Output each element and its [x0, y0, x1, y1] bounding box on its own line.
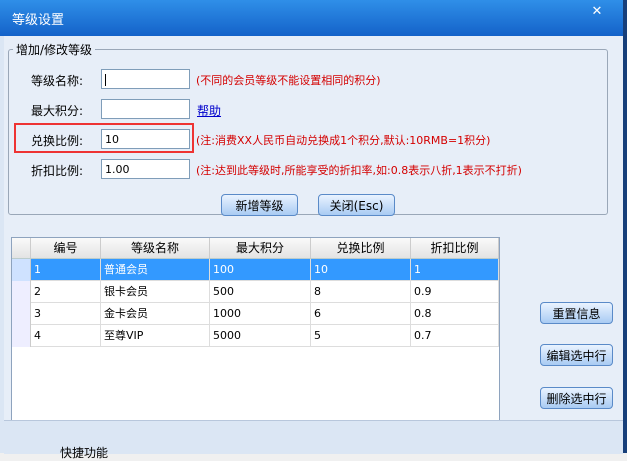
- cell-exchange-ratio: 6: [311, 303, 411, 325]
- cell-max-points: 5000: [210, 325, 311, 347]
- cell-id: 2: [31, 281, 101, 303]
- cell-max-points: 100: [210, 259, 311, 281]
- cell-level-name: 普通会员: [101, 259, 210, 281]
- window-title: 等级设置: [12, 13, 65, 28]
- table-row[interactable]: 1 普通会员 100 10 1: [12, 259, 499, 281]
- table-row[interactable]: 2 银卡会员 500 8 0.9: [12, 281, 499, 303]
- cell-id: 4: [31, 325, 101, 347]
- level-settings-window: 等级设置 ✕ 增加/修改等级 等级名称: (不同的会员等级不能设置相同的积分) …: [0, 0, 627, 460]
- cell-level-name: 金卡会员: [101, 303, 210, 325]
- max-points-label: 最大积分:: [31, 104, 84, 118]
- cell-discount: 1: [411, 259, 499, 281]
- add-level-button[interactable]: 新增等级: [221, 194, 298, 216]
- discount-ratio-label: 折扣比例:: [31, 164, 84, 178]
- row-selector[interactable]: [12, 303, 31, 325]
- column-header[interactable]: 等级名称: [101, 238, 210, 258]
- cell-exchange-ratio: 5: [311, 325, 411, 347]
- level-name-input[interactable]: [101, 69, 190, 89]
- column-header[interactable]: 折扣比例: [411, 238, 499, 258]
- window-edge: [623, 0, 627, 453]
- edit-selected-button[interactable]: 编辑选中行: [540, 344, 613, 366]
- delete-selected-button[interactable]: 删除选中行: [540, 387, 613, 409]
- cell-id: 3: [31, 303, 101, 325]
- row-selector[interactable]: [12, 259, 31, 281]
- cell-level-name: 至尊VIP: [101, 325, 210, 347]
- table-header: 编号 等级名称 最大积分 兑换比例 折扣比例: [12, 238, 499, 259]
- cell-max-points: 1000: [210, 303, 311, 325]
- column-header[interactable]: 编号: [31, 238, 101, 258]
- table-row[interactable]: 3 金卡会员 1000 6 0.8: [12, 303, 499, 325]
- levels-table: 编号 等级名称 最大积分 兑换比例 折扣比例 1 普通会员 100 10 1 2…: [11, 237, 500, 422]
- title-bar: 等级设置 ✕: [0, 0, 627, 36]
- cell-discount: 0.8: [411, 303, 499, 325]
- close-icon[interactable]: ✕: [589, 4, 605, 20]
- reset-info-button[interactable]: 重置信息: [540, 302, 613, 324]
- row-selector[interactable]: [12, 325, 31, 347]
- cell-discount: 0.9: [411, 281, 499, 303]
- cell-max-points: 500: [210, 281, 311, 303]
- table-row[interactable]: 4 至尊VIP 5000 5 0.7: [12, 325, 499, 347]
- column-header[interactable]: 最大积分: [210, 238, 311, 258]
- cell-exchange-ratio: 8: [311, 281, 411, 303]
- header-corner: [12, 238, 31, 258]
- discount-ratio-input[interactable]: 1.00: [101, 159, 190, 179]
- column-header[interactable]: 兑换比例: [311, 238, 411, 258]
- cell-level-name: 银卡会员: [101, 281, 210, 303]
- cell-id: 1: [31, 259, 101, 281]
- group-title: 增加/修改等级: [16, 43, 93, 57]
- discount-ratio-note: (注:达到此等级时,所能享受的折扣率,如:0.8表示八折,1表示不打折): [196, 164, 522, 177]
- close-button[interactable]: 关闭(Esc): [318, 194, 395, 216]
- exchange-ratio-note: (注:消费XX人民币自动兑换成1个积分,默认:10RMB=1积分): [196, 134, 491, 147]
- max-points-input[interactable]: [101, 99, 190, 119]
- level-name-label: 等级名称:: [31, 74, 84, 88]
- cell-discount: 0.7: [411, 325, 499, 347]
- level-name-note: (不同的会员等级不能设置相同的积分): [196, 74, 381, 87]
- row-selector[interactable]: [12, 281, 31, 303]
- exchange-ratio-input[interactable]: 10: [101, 129, 190, 149]
- cell-exchange-ratio: 10: [311, 259, 411, 281]
- exchange-ratio-label: 兑换比例:: [31, 134, 84, 148]
- help-link[interactable]: 帮助: [197, 102, 221, 119]
